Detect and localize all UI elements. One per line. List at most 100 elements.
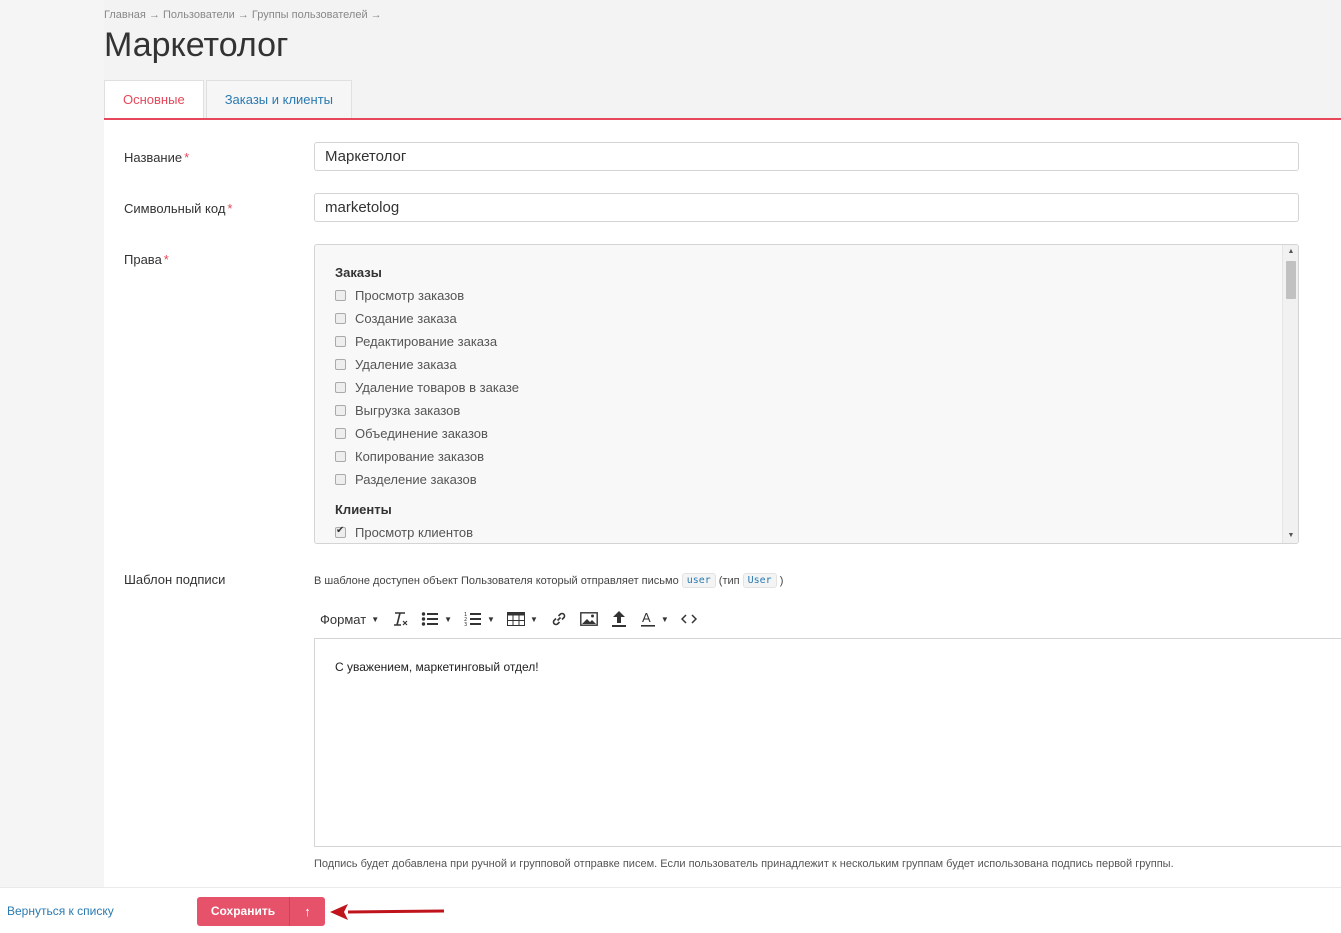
- upload-button[interactable]: [604, 604, 634, 634]
- checkbox[interactable]: [335, 382, 346, 393]
- required-mark: *: [163, 252, 169, 267]
- editor-toolbar: Формат ▼ ▼ 123 ▼ ▼ A ▼: [314, 604, 703, 634]
- checkbox-checked[interactable]: [335, 525, 346, 538]
- code-input[interactable]: [314, 193, 1299, 222]
- required-mark: *: [184, 150, 190, 165]
- numbered-list-icon: 123: [464, 612, 482, 627]
- hint-text: ): [779, 574, 784, 587]
- back-to-list-link[interactable]: Вернуться к списку: [7, 904, 114, 918]
- permission-label: Удаление товаров в заказе: [355, 380, 519, 395]
- clear-format-button[interactable]: [385, 604, 415, 634]
- checkbox[interactable]: [335, 428, 346, 439]
- image-icon: [579, 612, 598, 626]
- breadcrumb-separator: →: [237, 9, 249, 21]
- breadcrumb-user-groups[interactable]: Группы пользователей: [252, 9, 368, 21]
- permission-item[interactable]: Разделение заказов: [335, 468, 519, 491]
- checkbox[interactable]: [335, 313, 346, 324]
- svg-text:A: A: [642, 610, 651, 625]
- permission-item[interactable]: Удаление товаров в заказе: [335, 376, 519, 399]
- format-dropdown[interactable]: Формат ▼: [314, 604, 385, 634]
- rights-label: Права *: [124, 252, 169, 267]
- permission-item[interactable]: Удаление заказа: [335, 353, 519, 376]
- hint-code-type: User: [742, 573, 777, 588]
- tab-orders-clients[interactable]: Заказы и клиенты: [205, 80, 353, 119]
- table-button[interactable]: ▼: [501, 604, 544, 634]
- required-mark: *: [227, 201, 233, 216]
- name-label-text: Название: [124, 150, 183, 165]
- permission-label: Объединение заказов: [355, 426, 488, 441]
- page-title: Маркетолог: [104, 26, 289, 64]
- name-label: Название *: [124, 150, 189, 165]
- permission-item[interactable]: Просмотр заказов: [335, 284, 519, 307]
- permission-item[interactable]: Просмотр клиентов: [335, 521, 519, 543]
- checkbox[interactable]: [335, 290, 346, 301]
- image-button[interactable]: [574, 604, 604, 634]
- link-icon: [552, 612, 566, 626]
- footer-bar: Вернуться к списку Сохранить ↑: [0, 887, 1341, 933]
- permission-item[interactable]: Создание заказа: [335, 307, 519, 330]
- svg-text:3: 3: [464, 622, 467, 627]
- annotation-arrow-icon: [330, 904, 445, 920]
- signature-hint: В шаблоне доступен объект Пользователя к…: [314, 573, 783, 588]
- permission-label: Просмотр клиентов: [355, 525, 474, 540]
- signature-note: Подпись будет добавлена при ручной и гру…: [314, 858, 1174, 870]
- code-icon: [680, 614, 697, 624]
- breadcrumb-separator: →: [148, 9, 160, 21]
- tabs: Основные Заказы и клиенты: [104, 80, 354, 119]
- permission-label: Создание заказа: [355, 311, 457, 326]
- save-button[interactable]: Сохранить: [197, 897, 289, 926]
- code-label: Символьный код *: [124, 201, 232, 216]
- signature-editor[interactable]: С уважением, маркетинговый отдел!: [314, 638, 1341, 847]
- code-view-button[interactable]: [675, 604, 703, 634]
- permission-label: Просмотр заказов: [355, 288, 465, 303]
- rights-group-orders: Заказы: [335, 265, 382, 280]
- tab-main[interactable]: Основные: [104, 80, 204, 119]
- chevron-down-icon: ▼: [371, 614, 380, 624]
- scroll-down-arrow-icon[interactable]: ▼: [1283, 529, 1298, 543]
- hint-code-user: user: [681, 573, 716, 588]
- permission-label: Копирование заказов: [355, 449, 485, 464]
- checkbox[interactable]: [335, 474, 346, 485]
- arrow-up-icon: ↑: [304, 904, 311, 919]
- rights-label-text: Права: [124, 252, 162, 267]
- save-button-group: Сохранить ↑: [197, 897, 325, 926]
- editor-content[interactable]: С уважением, маркетинговый отдел!: [335, 660, 539, 674]
- permission-item[interactable]: Объединение заказов: [335, 422, 519, 445]
- bullet-list-button[interactable]: ▼: [415, 604, 458, 634]
- permission-item[interactable]: Копирование заказов: [335, 445, 519, 468]
- form-panel: Название* Символьный код* Права* Заказы …: [104, 118, 1341, 888]
- permission-item[interactable]: Выгрузка заказов: [335, 399, 519, 422]
- scroll-thumb[interactable]: [1286, 261, 1296, 299]
- format-label: Формат: [320, 611, 367, 627]
- checkbox[interactable]: [335, 451, 346, 462]
- breadcrumb-separator: →: [370, 9, 382, 21]
- upload-icon: [611, 611, 626, 627]
- chevron-down-icon: ▼: [444, 614, 453, 624]
- name-input[interactable]: [314, 142, 1299, 171]
- checkbox[interactable]: [335, 336, 346, 347]
- permission-label: Выгрузка заказов: [355, 403, 461, 418]
- chevron-down-icon: ▼: [529, 614, 538, 624]
- chevron-down-icon: ▼: [660, 614, 669, 624]
- text-color-button[interactable]: A ▼: [634, 604, 675, 634]
- numbered-list-button[interactable]: 123 ▼: [458, 604, 501, 634]
- checkbox[interactable]: [335, 359, 346, 370]
- chevron-down-icon: ▼: [487, 614, 495, 624]
- permission-label: Удаление заказа: [355, 357, 457, 372]
- hint-text: В шаблоне доступен объект Пользователя к…: [314, 574, 679, 587]
- rights-list[interactable]: Заказы Просмотр заказов Создание заказа …: [314, 244, 1299, 544]
- rights-scrollbar[interactable]: ▲ ▼: [1282, 245, 1298, 543]
- breadcrumb-home[interactable]: Главная: [104, 9, 146, 21]
- clear-format-icon: [394, 612, 408, 626]
- bullet-list-icon: [421, 612, 439, 626]
- save-and-up-button[interactable]: ↑: [289, 897, 325, 926]
- permission-label: Редактирование заказа: [355, 334, 498, 349]
- rights-group-clients: Клиенты: [335, 502, 392, 517]
- scroll-up-arrow-icon[interactable]: ▲: [1283, 245, 1298, 259]
- checkbox[interactable]: [335, 405, 346, 416]
- text-color-icon: A: [640, 610, 655, 627]
- breadcrumb-users[interactable]: Пользователи: [163, 9, 235, 21]
- permission-label: Разделение заказов: [355, 472, 477, 487]
- link-button[interactable]: [544, 604, 574, 634]
- permission-item[interactable]: Редактирование заказа: [335, 330, 519, 353]
